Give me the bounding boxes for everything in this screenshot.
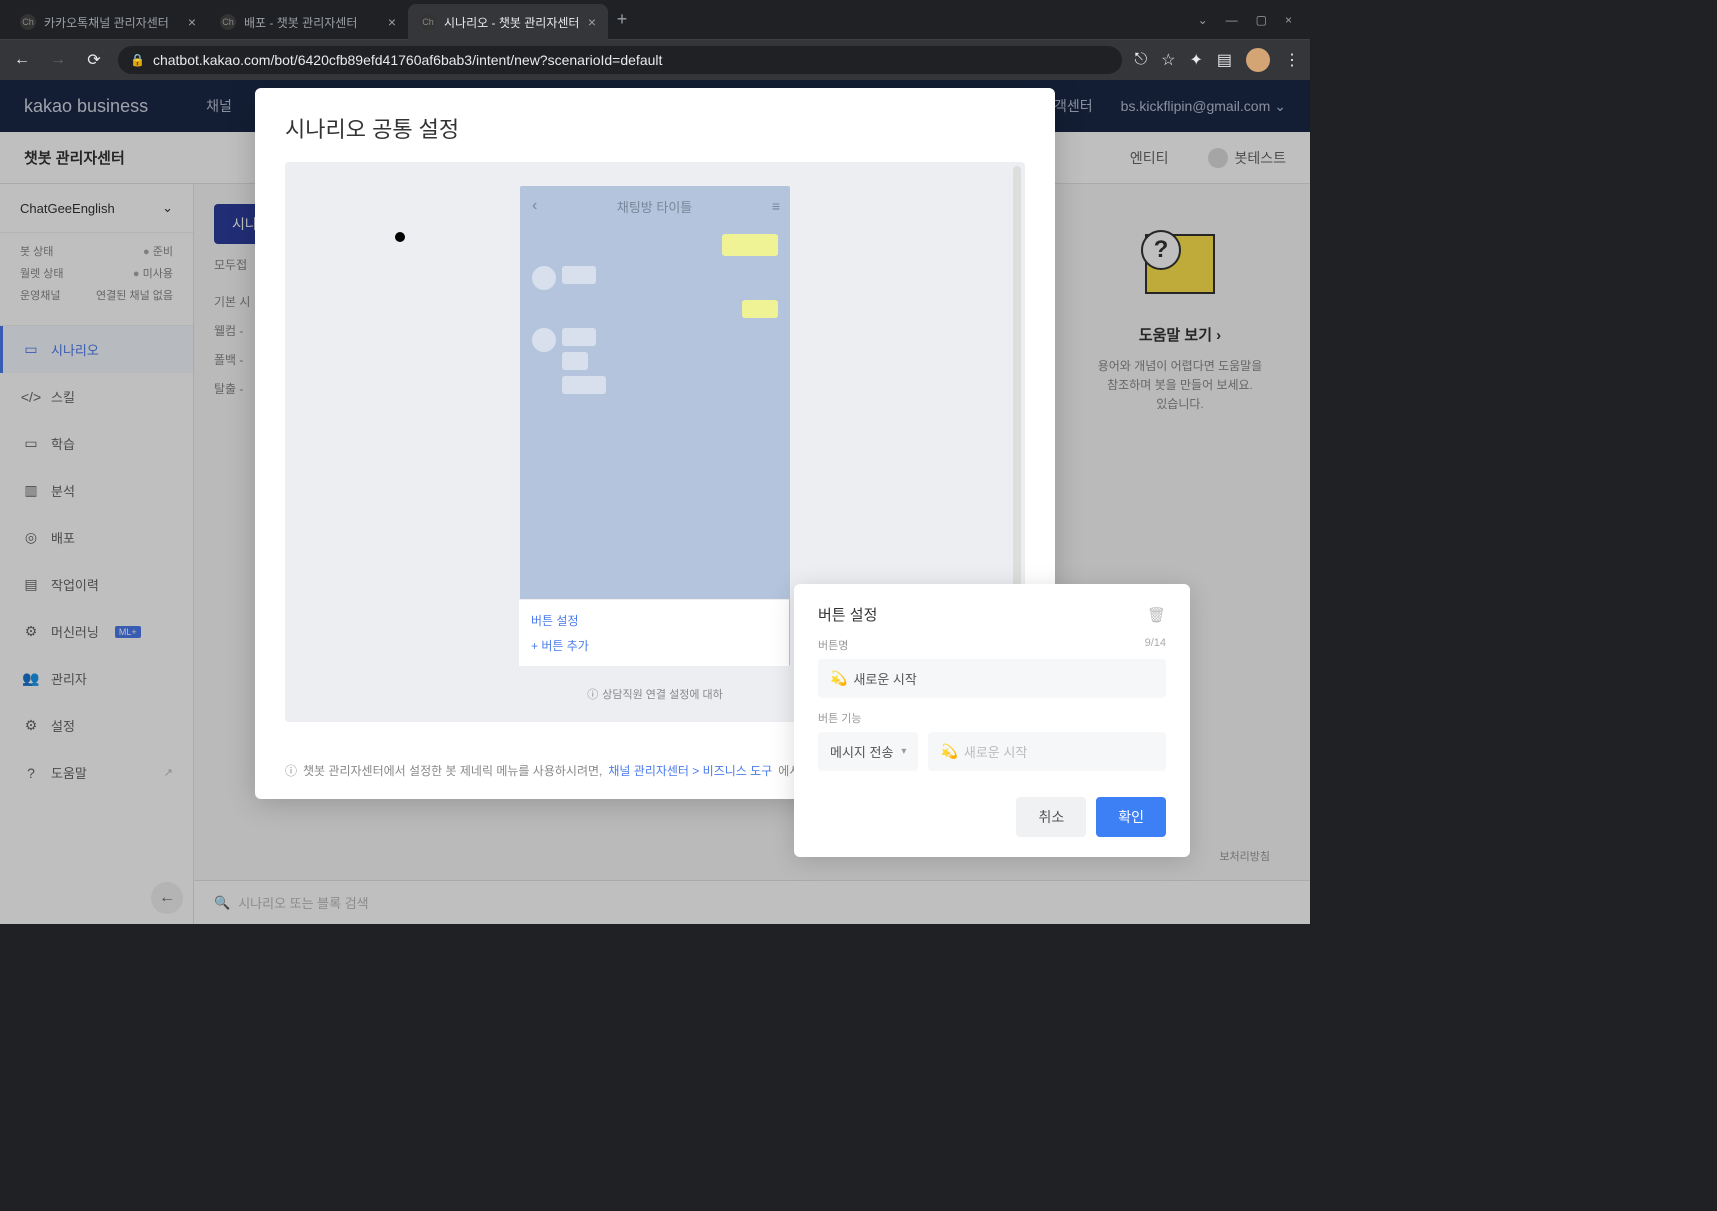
button-name-label: 버튼명 — [818, 637, 848, 653]
emoji-icon: 💫 — [940, 743, 957, 760]
tab-title: 배포 - 챗봇 관리자센터 — [244, 14, 357, 31]
msg-bubble — [742, 300, 778, 318]
browser-tab-0[interactable]: Ch 카카오톡채널 관리자센터 × — [8, 4, 208, 40]
lock-icon: 🔒 — [130, 53, 145, 67]
phone-title: 채팅방 타이틀 — [537, 197, 772, 216]
msg-bubble — [562, 352, 588, 370]
msg-bubble — [562, 328, 596, 346]
browser-toolbar: ← → ⟳ 🔒 chatbot.kakao.com/bot/6420cfb89e… — [0, 40, 1310, 80]
maximize-icon[interactable]: ▢ — [1256, 13, 1267, 27]
profile-avatar[interactable] — [1246, 48, 1270, 72]
chevron-down-icon: ▾ — [901, 746, 906, 757]
browser-tab-2[interactable]: Ch 시나리오 - 챗봇 관리자센터 × — [408, 4, 608, 40]
tab-title: 카카오톡채널 관리자센터 — [44, 14, 169, 31]
channel-admin-link[interactable]: 채널 관리자센터 > 비즈니스 도구 — [608, 762, 772, 779]
url-text: chatbot.kakao.com/bot/6420cfb89efd41760a… — [153, 52, 662, 68]
msg-bubble — [562, 266, 596, 284]
button-settings-label: 버튼 설정 — [531, 612, 777, 629]
phone-header: ‹ 채팅방 타이틀 ≡ — [520, 186, 790, 226]
emoji-icon: 💫 — [830, 670, 847, 687]
favicon-icon: Ch — [220, 14, 236, 30]
star-icon[interactable]: ☆ — [1161, 50, 1175, 70]
back-button[interactable]: ← — [10, 51, 34, 69]
favicon-icon: Ch — [420, 14, 436, 30]
browser-tabs: Ch 카카오톡채널 관리자센터 × Ch 배포 - 챗봇 관리자센터 × Ch … — [0, 0, 1180, 39]
cancel-button[interactable]: 취소 — [1016, 797, 1086, 837]
browser-tab-1[interactable]: Ch 배포 - 챗봇 관리자센터 × — [208, 4, 408, 40]
reload-button[interactable]: ⟳ — [82, 50, 106, 70]
popover-title: 버튼 설정 — [818, 604, 877, 625]
new-tab-button[interactable]: + — [608, 0, 636, 39]
close-icon[interactable]: × — [388, 14, 396, 30]
close-window-icon[interactable]: × — [1285, 13, 1292, 27]
msg-bubble — [722, 234, 778, 256]
window-controls: ⌄ — ▢ × — [1180, 13, 1310, 27]
avatar-icon — [532, 266, 556, 290]
chevron-down-icon[interactable]: ⌄ — [1198, 13, 1208, 27]
extensions-icon[interactable]: ✦ — [1189, 50, 1202, 70]
close-icon[interactable]: × — [188, 14, 196, 30]
close-icon[interactable]: × — [588, 14, 596, 30]
button-target-input[interactable]: 💫 새로운 시작 — [928, 732, 1166, 771]
address-bar[interactable]: 🔒 chatbot.kakao.com/bot/6420cfb89efd4176… — [118, 46, 1122, 74]
tab-title: 시나리오 - 챗봇 관리자센터 — [444, 14, 579, 31]
hamburger-icon: ≡ — [772, 198, 778, 214]
forward-button: → — [46, 51, 70, 69]
minimize-icon[interactable]: — — [1226, 13, 1238, 27]
page-content: kakao business 채널 광고⌄ 서비스/도구⌄ 파트너 지원⌄ 알림… — [0, 80, 1310, 924]
agent-help-link[interactable]: 상담직원 연결 설정에 대하 — [587, 686, 723, 702]
button-func-label: 버튼 기능 — [818, 710, 862, 726]
add-button-link[interactable]: + 버튼 추가 — [531, 637, 777, 654]
chat-body — [520, 226, 790, 412]
toolbar-right: ⎋ ☆ ✦ ▤ ⋮ — [1134, 48, 1300, 72]
browser-titlebar: Ch 카카오톡채널 관리자센터 × Ch 배포 - 챗봇 관리자센터 × Ch … — [0, 0, 1310, 40]
button-name-input[interactable]: 💫 새로운 시작 — [818, 659, 1166, 698]
button-settings-section: 버튼 설정 + 버튼 추가 — [519, 599, 789, 666]
menu-icon[interactable]: ⋮ — [1284, 50, 1300, 70]
side-panel-icon[interactable]: ▤ — [1217, 50, 1232, 70]
modal-title: 시나리오 공통 설정 — [255, 88, 1055, 162]
confirm-button[interactable]: 확인 — [1096, 797, 1166, 837]
favicon-icon: Ch — [20, 14, 36, 30]
avatar-icon — [532, 328, 556, 352]
button-function-select[interactable]: 메시지 전송 ▾ — [818, 732, 918, 771]
cursor-dot — [395, 232, 405, 242]
button-settings-popover: 버튼 설정 🗑 버튼명 9/14 💫 새로운 시작 버튼 기능 메시지 전송 ▾… — [794, 584, 1190, 857]
phone-mockup: ‹ 채팅방 타이틀 ≡ — [520, 186, 790, 666]
msg-bubble — [562, 376, 606, 394]
share-icon[interactable]: ⎋ — [1134, 51, 1147, 69]
char-counter: 9/14 — [1145, 637, 1166, 653]
trash-icon[interactable]: 🗑 — [1147, 606, 1166, 624]
